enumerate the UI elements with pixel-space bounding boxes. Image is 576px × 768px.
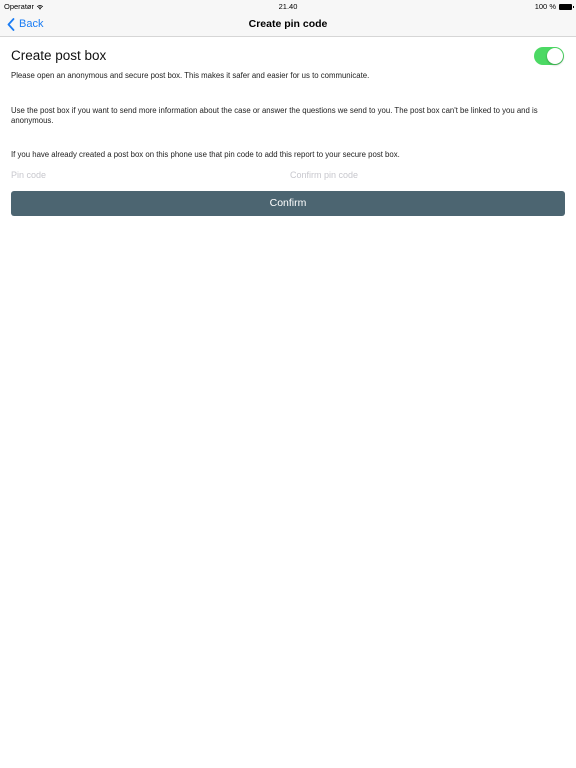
status-time: 21.40 [278,2,298,11]
battery-percent: 100 % [534,2,556,11]
create-post-box-toggle[interactable] [534,47,564,65]
battery-icon [559,3,574,10]
battery-group: 100 % [534,2,574,11]
navigation-bar: Back Create pin code [0,12,576,37]
status-bar: Operatør 21.40 100 % [0,0,576,12]
pin-code-input[interactable] [11,168,281,182]
existing-post-box-text: If you have already created a post box o… [11,150,400,159]
toggle-knob [547,48,563,64]
confirm-button[interactable]: Confirm [11,191,565,216]
page-title: Create pin code [248,18,328,30]
confirm-pin-code-input[interactable] [290,168,565,182]
usage-text: Use the post box if you want to send mor… [11,106,538,125]
intro-text: Please open an anonymous and secure post… [11,71,370,80]
section-title: Create post box [11,48,107,63]
